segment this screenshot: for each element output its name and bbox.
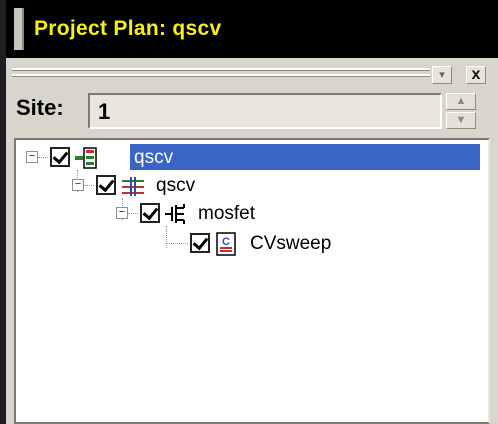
title-bar-edge — [14, 8, 24, 50]
window-title: Project Plan: qscv — [34, 17, 222, 40]
tree-connector — [166, 243, 188, 244]
spin-down-button[interactable]: ▼ — [446, 112, 476, 129]
title-bar: Project Plan: qscv — [6, 0, 498, 58]
close-icon: x — [471, 66, 481, 83]
node-checkbox[interactable] — [190, 233, 210, 253]
tree-node-project[interactable]: − qscv — [16, 144, 488, 172]
panel-grip[interactable] — [12, 68, 430, 80]
tree-node-device[interactable]: − mosfet — [16, 200, 488, 228]
tree-connector — [84, 185, 94, 186]
tree-node-label: qscv — [134, 147, 174, 168]
device-group-icon — [120, 174, 146, 198]
tree-connector — [128, 213, 138, 214]
site-spinner[interactable]: ▲ ▼ — [446, 93, 476, 129]
panel-menu-button[interactable]: ▾ — [432, 66, 452, 84]
test-document-icon: C — [214, 232, 240, 256]
tree-node-test[interactable]: C CVsweep — [16, 230, 488, 258]
site-label: Site: — [16, 95, 64, 120]
node-checkbox[interactable] — [96, 175, 116, 195]
project-tree[interactable]: − qscv − qscv − mosfet C CVsweep — [14, 138, 490, 424]
project-plan-panel: ▾ x Site: 1 ▲ ▼ − qscv − qscv − mosfet C… — [6, 58, 498, 424]
tree-node-label: mosfet — [198, 203, 256, 224]
svg-text:C: C — [222, 236, 230, 248]
tree-node-group[interactable]: − qscv — [16, 172, 488, 200]
mosfet-icon — [164, 202, 190, 226]
collapse-toggle[interactable]: − — [72, 179, 84, 191]
site-input[interactable]: 1 — [88, 93, 442, 129]
tree-node-label: CVsweep — [250, 233, 332, 254]
collapse-toggle[interactable]: − — [26, 151, 38, 163]
tree-node-label: qscv — [156, 175, 196, 196]
panel-close-button[interactable]: x — [466, 66, 486, 84]
node-checkbox[interactable] — [50, 147, 70, 167]
collapse-toggle[interactable]: − — [116, 207, 128, 219]
project-icon — [74, 146, 100, 170]
node-checkbox[interactable] — [140, 203, 160, 223]
dropdown-arrow-icon: ▾ — [439, 69, 445, 81]
spin-up-button[interactable]: ▲ — [446, 93, 476, 110]
selection-highlight — [130, 144, 480, 170]
tree-connector — [38, 157, 48, 158]
